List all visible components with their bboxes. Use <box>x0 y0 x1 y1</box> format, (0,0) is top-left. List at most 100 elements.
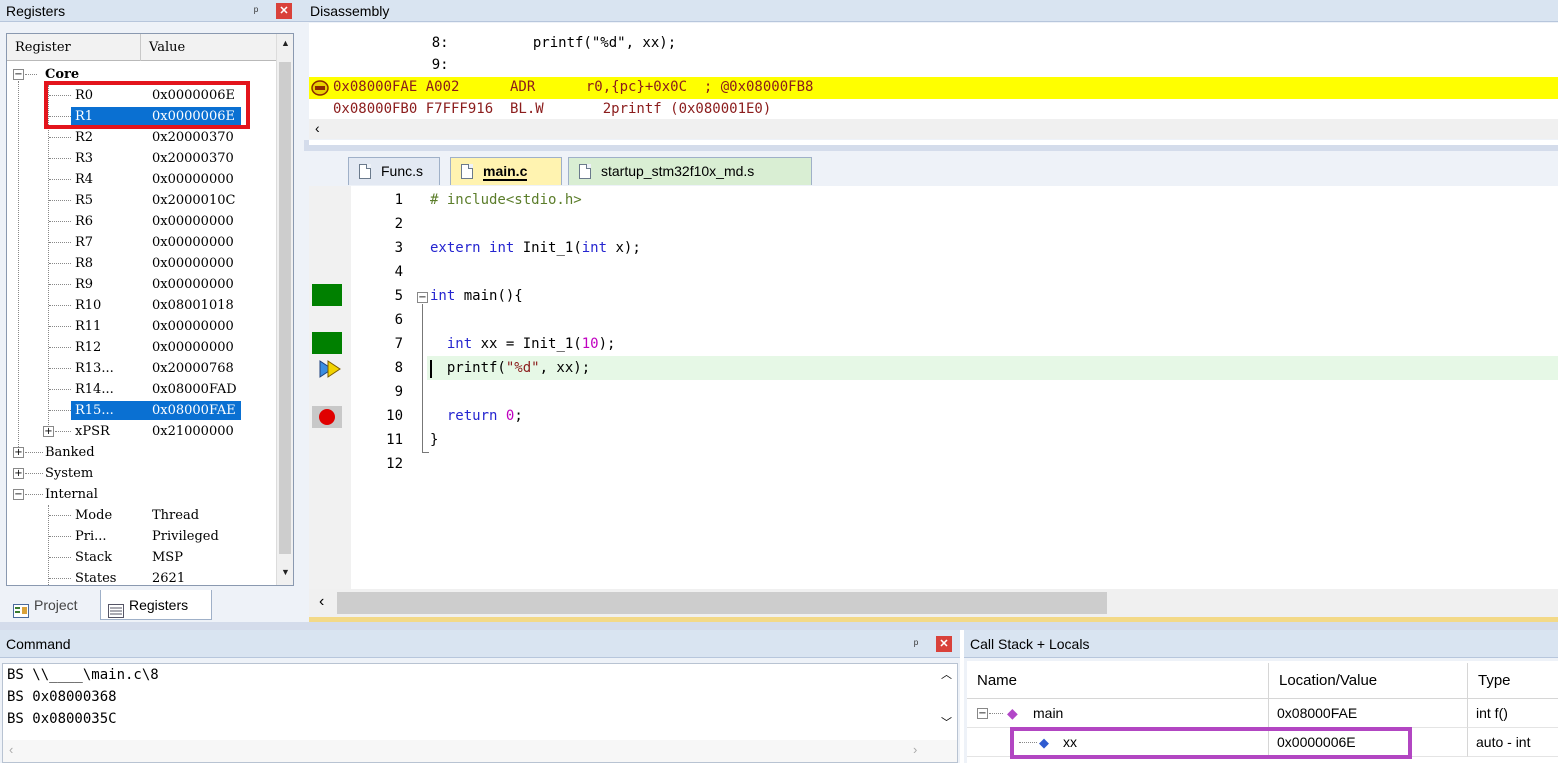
internal-name: Stack <box>75 550 113 565</box>
expand-icon[interactable]: + <box>43 426 54 437</box>
code-line[interactable]: 11} <box>309 428 1558 452</box>
register-row[interactable]: R10 0x08001018 <box>7 295 275 316</box>
register-row[interactable]: R15... 0x08000FAE <box>7 400 275 421</box>
code-line[interactable]: 10 return 0; <box>309 404 1558 428</box>
scroll-up-icon[interactable]: ▲ <box>279 38 292 52</box>
expand-icon[interactable]: + <box>13 447 24 458</box>
code-line[interactable]: 7 int xx = Init_1(10); <box>309 332 1558 356</box>
close-icon[interactable]: ✕ <box>276 3 292 19</box>
register-row[interactable]: R6 0x00000000 <box>7 211 275 232</box>
tab-main-c[interactable]: main.c <box>450 157 562 185</box>
collapse-icon[interactable]: − <box>13 489 24 500</box>
register-row[interactable]: R4 0x00000000 <box>7 169 275 190</box>
internal-value: 2621 <box>152 571 186 586</box>
code-text: } <box>430 432 439 448</box>
command-output[interactable]: BS \\____\main.c\8 BS 0x08000368 BS 0x08… <box>2 663 958 763</box>
code-line[interactable]: 9 <box>309 380 1558 404</box>
register-row-xpsr[interactable]: + xPSR 0x21000000 <box>7 421 275 442</box>
register-row[interactable]: R11 0x00000000 <box>7 316 275 337</box>
close-icon[interactable]: ✕ <box>936 636 952 652</box>
column-name[interactable]: Name <box>967 663 1269 699</box>
scroll-down-icon[interactable]: ﹀ <box>941 714 952 730</box>
register-row[interactable]: R14... 0x08000FAD <box>7 379 275 400</box>
internal-row[interactable]: Mode Thread <box>7 505 275 526</box>
scroll-thumb[interactable] <box>279 62 291 554</box>
callstack-row-main[interactable]: − ◆ main <box>967 699 1269 728</box>
register-name: R15... <box>75 403 114 418</box>
code-line[interactable]: 3 extern int Init_1(int x); <box>309 236 1558 260</box>
pin-icon[interactable]: ᵖ <box>248 3 264 19</box>
line-number: 5 <box>394 288 403 304</box>
register-name: R6 <box>75 214 94 229</box>
registers-column-header: Register Value <box>7 34 277 61</box>
pin-icon[interactable]: ᵖ <box>908 636 924 652</box>
horizontal-splitter[interactable] <box>0 622 1558 630</box>
annotation-purple-box <box>1010 727 1412 759</box>
code-text: printf("%d", xx); <box>430 360 591 376</box>
internal-row[interactable]: States 2621 <box>7 568 275 586</box>
code-line[interactable]: 5 int main(){ <box>309 284 1558 308</box>
tab-func-s[interactable]: Func.s <box>348 157 440 185</box>
scroll-left-icon[interactable]: ‹ <box>315 120 320 136</box>
breakpoint-icon[interactable] <box>319 409 335 425</box>
fold-icon[interactable]: − <box>417 292 428 303</box>
registers-scrollbar[interactable]: ▲ ▼ <box>276 34 293 585</box>
callstack-title: Call Stack + Locals <box>970 636 1090 652</box>
internal-row[interactable]: Pri... Privileged <box>7 526 275 547</box>
column-register[interactable]: Register <box>7 34 141 61</box>
command-hscrollbar[interactable]: ‹ › <box>3 740 957 762</box>
register-row[interactable]: R7 0x00000000 <box>7 232 275 253</box>
register-row[interactable]: R8 0x00000000 <box>7 253 275 274</box>
register-row[interactable]: R2 0x20000370 <box>7 127 275 148</box>
scroll-thumb[interactable] <box>337 592 1107 614</box>
column-type[interactable]: Type <box>1468 663 1558 699</box>
internal-row[interactable]: Stack MSP <box>7 547 275 568</box>
tab-registers[interactable]: Registers <box>100 590 212 620</box>
scroll-left-icon[interactable]: ‹ <box>9 742 13 757</box>
line-number: 3 <box>394 240 403 256</box>
scroll-right-icon[interactable]: › <box>913 742 917 757</box>
registers-pane: Registers ᵖ ✕ Register Value − Core R0 0x… <box>0 0 304 622</box>
tab-startup[interactable]: startup_stm32f10x_md.s <box>568 157 812 185</box>
disassembly-line[interactable]: 8: printf("%d", xx); <box>398 33 676 54</box>
disassembly-line[interactable]: 0x08000FAE A002 ADR r0,{pc}+0x0C ; @0x08… <box>333 77 813 98</box>
command-vscrollbar[interactable]: ︿ ﹀ <box>937 664 957 740</box>
callstack-header: Call Stack + Locals <box>964 630 1558 658</box>
collapse-icon[interactable]: − <box>13 69 24 80</box>
tree-group-internal[interactable]: − Internal <box>7 484 275 505</box>
register-row[interactable]: R9 0x00000000 <box>7 274 275 295</box>
disassembly-hscrollbar[interactable]: ‹ <box>309 119 1558 139</box>
column-location[interactable]: Location/Value <box>1269 663 1468 699</box>
disassembly-title: Disassembly <box>310 3 390 19</box>
expand-icon[interactable]: + <box>13 468 24 479</box>
registers-icon <box>108 598 124 618</box>
scroll-left-icon[interactable]: ‹ <box>319 593 324 611</box>
code-line[interactable]: 6 <box>309 308 1558 332</box>
register-row[interactable]: R12 0x00000000 <box>7 337 275 358</box>
disassembly-line[interactable]: 0x08000FB0 F7FFF916 BL.W 2printf (0x0800… <box>333 99 771 119</box>
disassembly-header: Disassembly <box>304 0 1558 22</box>
scroll-up-icon[interactable]: ︿ <box>941 666 952 682</box>
register-row[interactable]: R3 0x20000370 <box>7 148 275 169</box>
tab-project[interactable]: Project <box>6 590 98 620</box>
scroll-down-icon[interactable]: ▼ <box>279 567 292 581</box>
code-line[interactable]: 1 # include<stdio.h> <box>309 188 1558 212</box>
column-value[interactable]: Value <box>141 34 277 61</box>
editor-hscrollbar[interactable]: ‹ <box>309 589 1558 617</box>
collapse-icon[interactable]: − <box>977 708 988 719</box>
code-line[interactable]: 12 <box>309 452 1558 476</box>
disassembly-line[interactable]: 9: <box>398 55 449 76</box>
callstack-location: 0x08000FAE <box>1269 699 1468 728</box>
register-row[interactable]: R5 0x2000010C <box>7 190 275 211</box>
code-line[interactable]: 4 <box>309 260 1558 284</box>
disassembly-view[interactable]: 8: printf("%d", xx); 9: 0x08000FAE A002 … <box>309 23 1558 119</box>
register-value: 0x00000000 <box>152 256 234 271</box>
register-row[interactable]: R13... 0x20000768 <box>7 358 275 379</box>
code-line[interactable]: 8 printf("%d", xx); <box>309 356 1558 380</box>
registers-bottom-tabs: Project Registers <box>0 588 304 622</box>
register-value: 0x00000000 <box>152 319 234 334</box>
code-editor[interactable]: 1 # include<stdio.h> 2 3 extern int Init_1(i… <box>309 186 1558 589</box>
tree-group-banked[interactable]: + Banked <box>7 442 275 463</box>
code-line[interactable]: 2 <box>309 212 1558 236</box>
tree-group-system[interactable]: + System <box>7 463 275 484</box>
